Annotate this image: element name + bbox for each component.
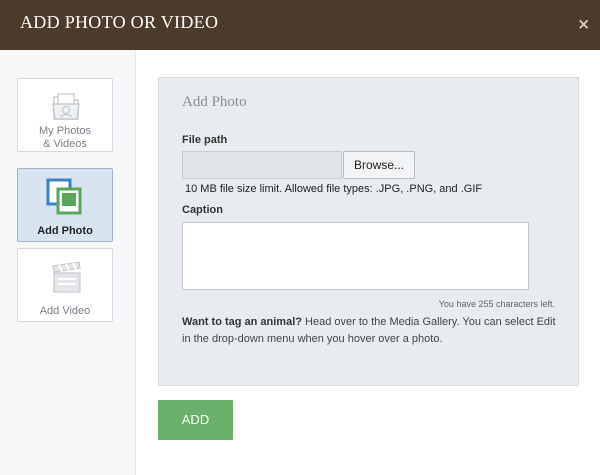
file-path-input[interactable] [182,151,342,179]
dialog-titlebar: ADD PHOTO OR VIDEO × [0,0,600,50]
file-path-label: File path [182,134,228,146]
file-size-hint: 10 MB file size limit. Allowed file type… [185,183,483,195]
sidebar-item-add-video[interactable]: Add Video [17,248,113,322]
caption-label: Caption [182,204,223,216]
close-icon[interactable]: × [577,15,590,33]
sidebar-item-add-photo[interactable]: Add Photo [17,168,113,242]
add-button[interactable]: ADD [158,400,233,440]
browse-button[interactable]: Browse... [343,151,415,179]
sidebar-item-my-photos-videos[interactable]: My Photos & Videos [17,78,113,152]
sidebar-item-label: & Videos [43,138,87,150]
dialog-title: ADD PHOTO OR VIDEO [20,12,219,32]
sidebar: My Photos & Videos Add Photo Add Video [0,50,136,475]
add-photo-panel: Add Photo File path Browse... 10 MB file… [158,77,579,386]
tag-animal-hint: Want to tag an animal? Head over to the … [182,314,562,348]
clapperboard-icon [46,259,86,295]
add-photo-icon [45,177,85,215]
sidebar-item-label: Add Photo [37,225,93,237]
folder-photo-icon [46,89,86,125]
sidebar-item-label: My Photos [39,125,91,137]
tag-animal-heading: Want to tag an animal? [182,316,302,328]
sidebar-item-label: Add Video [39,305,91,317]
panel-title: Add Photo [182,94,247,110]
caption-textarea[interactable] [182,222,529,290]
character-count: You have 255 characters left. [438,299,555,309]
